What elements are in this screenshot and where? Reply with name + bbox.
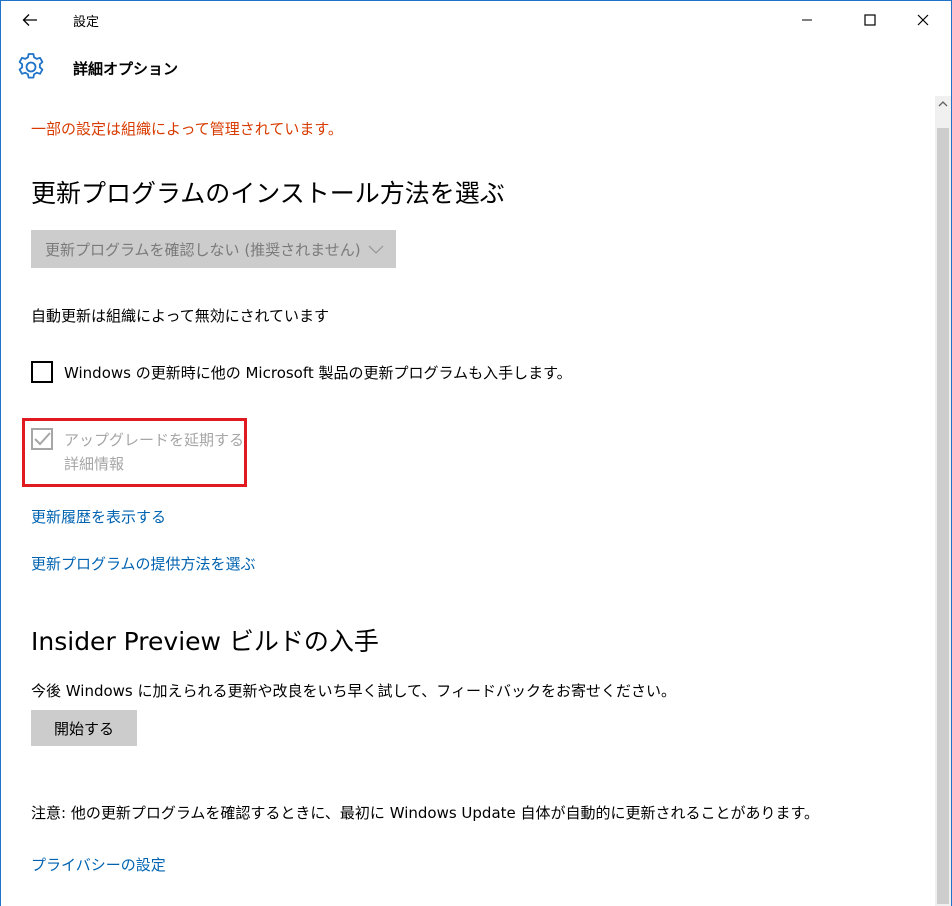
install-method-dropdown[interactable]: 更新プログラムを確認しない (推奨されません) [31,230,396,268]
auto-update-status: 自動更新は組織によって無効にされています [31,307,330,325]
defer-upgrade-label[interactable]: アップグレードを延期する [64,429,244,450]
defer-upgrade-checkbox[interactable] [31,428,53,450]
close-button[interactable] [899,1,947,39]
close-icon [917,14,929,26]
defer-upgrade-details: 詳細情報 [64,455,125,473]
other-products-checkbox[interactable] [31,361,53,383]
minimize-icon [802,19,812,21]
insider-heading: Insider Preview ビルドの入手 [31,627,379,656]
managed-warning: 一部の設定は組織によって管理されています。 [31,120,343,138]
settings-window: 設定 詳細オプション 一部の設定は組織によって管理されています。 更新プログラム… [0,0,952,906]
window-title: 設定 [73,15,100,30]
gear-icon [18,53,44,79]
page-title: 詳細オプション [73,60,179,78]
delivery-method-link[interactable]: 更新プログラムの提供方法を選ぶ [31,553,256,574]
minimize-button[interactable] [783,1,831,39]
checkmark-icon [34,432,51,446]
chevron-down-icon [368,245,384,254]
content-area: 一部の設定は組織によって管理されています。 更新プログラムのインストール方法を選… [1,96,935,906]
scrollbar-thumb[interactable] [937,128,949,904]
maximize-button[interactable] [846,1,894,39]
update-note: 注意: 他の更新プログラムを確認するときに、最初に Windows Update… [31,804,820,822]
scroll-up-arrow-icon [938,101,948,107]
maximize-icon [864,14,876,26]
back-button[interactable] [13,5,47,35]
vertical-scrollbar[interactable] [935,96,951,906]
dropdown-value: 更新プログラムを確認しない (推奨されません) [45,240,361,259]
arrow-left-icon [22,14,37,26]
privacy-settings-link[interactable]: プライバシーの設定 [31,854,166,875]
other-products-label[interactable]: Windows の更新時に他の Microsoft 製品の更新プログラムも入手し… [64,362,572,383]
page-header: 詳細オプション [1,39,951,96]
scroll-up-button[interactable] [935,96,951,112]
update-history-link[interactable]: 更新履歴を表示する [31,506,166,527]
insider-start-button[interactable]: 開始する [31,710,137,746]
insider-description: 今後 Windows に加えられる更新や改良をいち早く試して、フィードバックをお… [31,682,676,700]
title-bar: 設定 [1,1,951,39]
install-method-heading: 更新プログラムのインストール方法を選ぶ [31,179,505,208]
